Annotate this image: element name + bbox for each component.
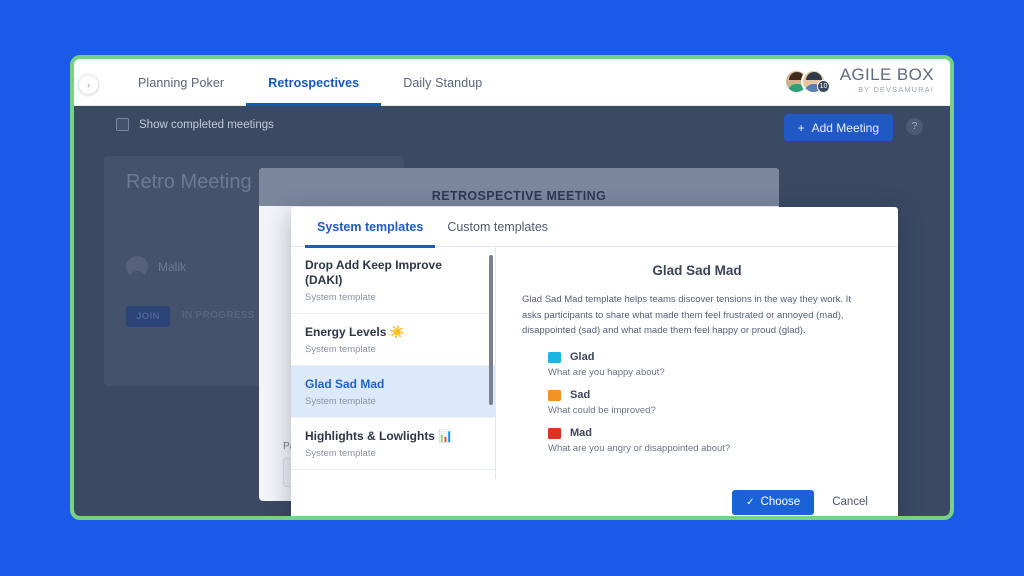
flag-icon-mad: [548, 427, 561, 439]
meeting-card-title: Retro Meeting: [126, 171, 252, 193]
choose-button-label: Choose: [760, 496, 801, 508]
avatar-overflow-count[interactable]: 10: [817, 80, 830, 93]
app-window: › Planning Poker Retrospectives Daily St…: [70, 55, 954, 520]
template-column: Sad What could be improved?: [548, 389, 872, 416]
brand-name: AGILE BOX: [839, 65, 934, 84]
template-column-question: What are you angry or disappointed about…: [548, 443, 731, 455]
template-column-head: Mad: [548, 427, 872, 439]
template-columns: Glad What are you happy about? Sad What …: [522, 351, 872, 465]
brand-tagline: BY DEVSAMURAI: [858, 85, 934, 94]
template-name: Highlights & Lowlights 📊: [305, 429, 454, 443]
tab-system-templates-label: System templates: [317, 219, 424, 234]
tab-retrospectives-label: Retrospectives: [268, 75, 360, 90]
flag-icon-glad: [548, 351, 561, 363]
tab-daily-standup-label: Daily Standup: [403, 75, 483, 90]
template-detail-description: Glad Sad Mad template helps teams discov…: [522, 294, 851, 337]
template-detail-pane: Glad Sad Mad Glad Sad Mad template helps…: [496, 247, 898, 479]
tab-custom-templates-label: Custom templates: [447, 219, 549, 234]
sidebar-toggle-chevron-right-icon[interactable]: ›: [78, 74, 99, 95]
meeting-status-badge: IN PROGRESS: [182, 310, 255, 321]
template-column-name: Mad: [570, 427, 592, 440]
modal-footer: ✓ Choose Cancel: [291, 479, 898, 516]
top-navigation-bar: › Planning Poker Retrospectives Daily St…: [74, 59, 950, 106]
template-name: Glad Sad Mad: [305, 377, 385, 391]
cancel-button[interactable]: Cancel: [824, 490, 876, 515]
add-meeting-button[interactable]: + Add Meeting: [783, 114, 893, 141]
tab-planning-poker[interactable]: Planning Poker: [116, 59, 246, 106]
retrospective-dialog-header: RETROSPECTIVE MEETING: [259, 168, 779, 206]
join-button[interactable]: JOIN: [126, 306, 170, 327]
main-tabs: Planning Poker Retrospectives Daily Stan…: [116, 59, 504, 106]
owner-name: Malik: [158, 260, 187, 274]
tab-planning-poker-label: Planning Poker: [138, 75, 225, 90]
template-list-scrollbar-thumb[interactable]: [489, 255, 493, 405]
check-icon: ✓: [746, 496, 755, 508]
template-subtitle: System template: [305, 448, 376, 459]
brand-logo: AGILE BOX BY DEVSAMURAI: [840, 66, 934, 94]
template-column-name: Glad: [570, 351, 595, 364]
template-column-name: Sad: [570, 389, 591, 402]
list-item-selected[interactable]: Glad Sad Mad System template: [291, 366, 495, 418]
retrospective-dialog-title: RETROSPECTIVE MEETING: [431, 189, 607, 203]
template-detail-title: Glad Sad Mad: [652, 263, 742, 278]
modal-main: Drop Add Keep Improve (DAKI) System temp…: [291, 247, 898, 479]
owner-avatar: [126, 256, 148, 278]
help-question-mark-icon[interactable]: ?: [906, 118, 923, 135]
choose-button[interactable]: ✓ Choose: [732, 489, 815, 515]
flag-icon-sad: [548, 389, 561, 401]
meeting-owner: Malik: [126, 256, 186, 278]
template-column-head: Sad: [548, 389, 872, 401]
tab-system-templates[interactable]: System templates: [305, 207, 436, 248]
add-meeting-label: Add Meeting: [811, 120, 879, 135]
list-item[interactable]: Highlights & Lowlights 📊 System template: [291, 418, 495, 470]
show-completed-meetings-label: Show completed meetings: [139, 118, 274, 131]
checkbox-box[interactable]: [116, 118, 129, 131]
template-picker-modal: System templates Custom templates Drop A…: [291, 207, 898, 516]
plus-icon: +: [797, 120, 805, 135]
template-column-question: What could be improved?: [548, 405, 656, 417]
template-list[interactable]: Drop Add Keep Improve (DAKI) System temp…: [291, 247, 496, 479]
template-column: Glad What are you happy about?: [548, 351, 872, 378]
template-name: Drop Add Keep Improve (DAKI): [305, 258, 442, 287]
show-completed-meetings-checkbox[interactable]: Show completed meetings: [116, 118, 274, 131]
tab-daily-standup[interactable]: Daily Standup: [381, 59, 504, 106]
template-subtitle: System template: [305, 396, 376, 407]
template-subtitle: System template: [305, 292, 376, 303]
list-item[interactable]: Drop Add Keep Improve (DAKI) System temp…: [291, 247, 495, 314]
list-item[interactable]: Energy Levels ☀️ System template: [291, 314, 495, 366]
modal-tabs: System templates Custom templates: [291, 207, 898, 248]
template-subtitle: System template: [305, 344, 376, 355]
screen: › Planning Poker Retrospectives Daily St…: [0, 0, 1024, 576]
avatar-group[interactable]: 10: [784, 69, 830, 94]
tab-custom-templates[interactable]: Custom templates: [435, 207, 560, 247]
list-item[interactable]: Hopes and Fears 🏳️ System template: [291, 470, 495, 479]
template-column: Mad What are you angry or disappointed a…: [548, 427, 872, 454]
template-name: Energy Levels ☀️: [305, 325, 405, 339]
avatar-hair: [805, 72, 822, 80]
tab-retrospectives[interactable]: Retrospectives: [246, 59, 382, 106]
template-column-question: What are you happy about?: [548, 367, 665, 379]
template-column-head: Glad: [548, 351, 872, 363]
